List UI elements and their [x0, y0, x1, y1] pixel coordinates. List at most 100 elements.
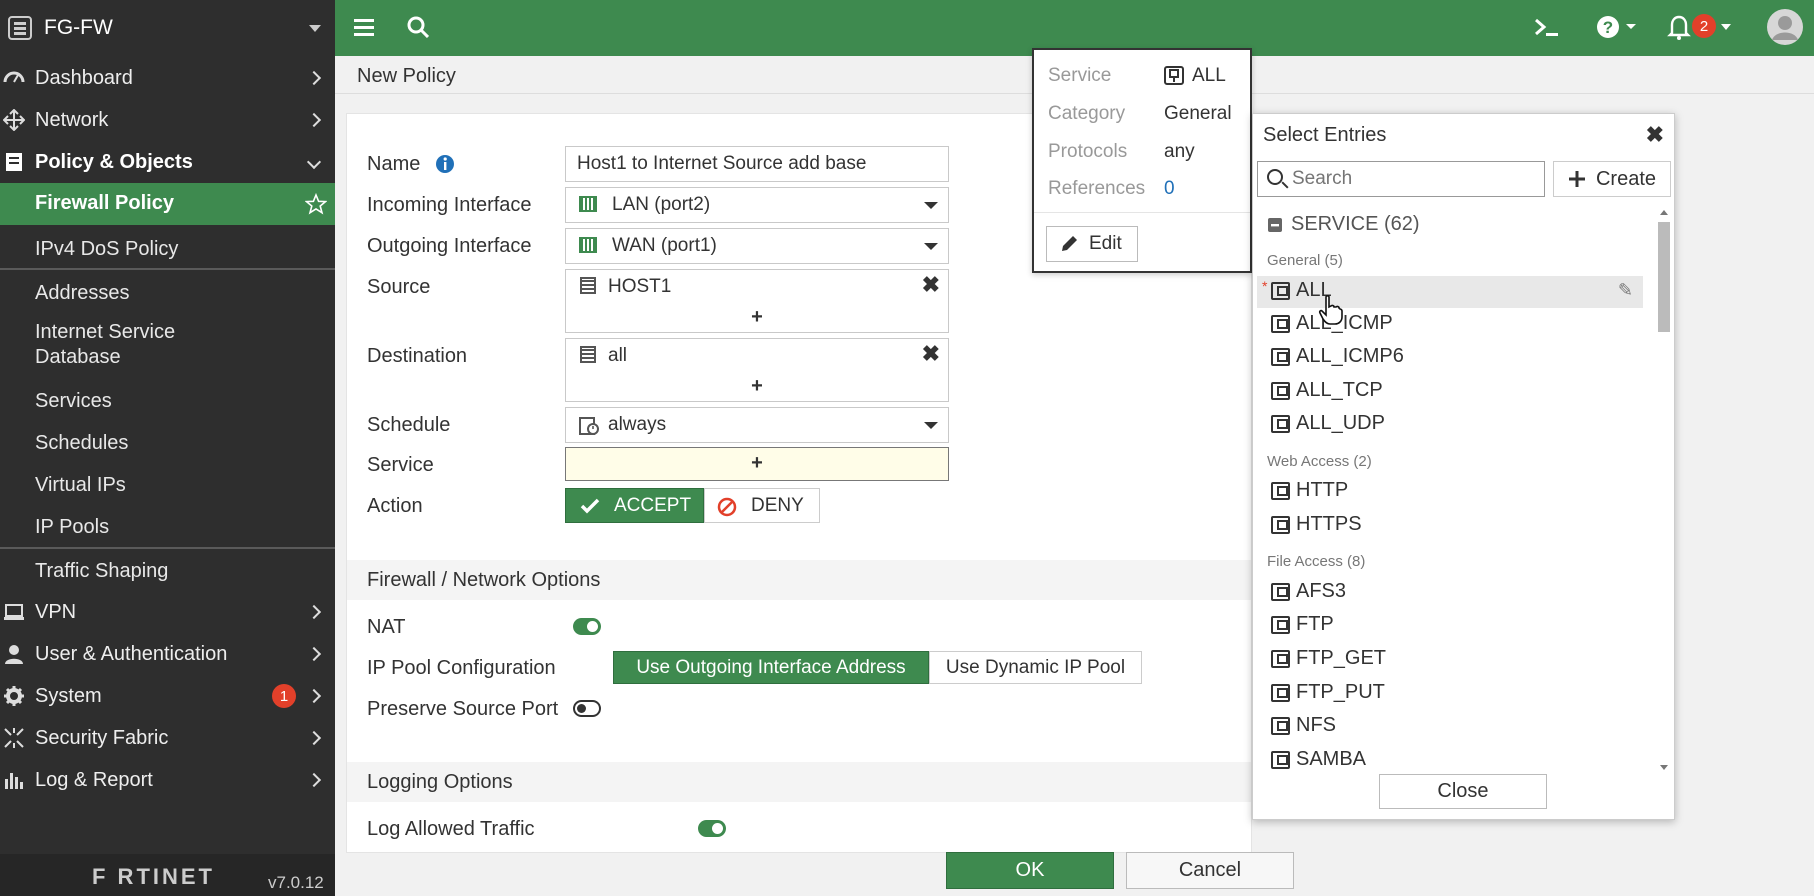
sidebar-item-addresses[interactable]: Addresses — [0, 278, 335, 310]
collapse-icon[interactable] — [1267, 217, 1283, 233]
address-object-icon — [580, 346, 596, 363]
notification-count-badge: 2 — [1692, 14, 1716, 38]
service-icon — [1271, 650, 1290, 668]
incoming-interface-select[interactable]: LAN (port2) — [565, 187, 949, 223]
search-field[interactable] — [1257, 161, 1545, 197]
sidebar-item-ipv4-dos-policy[interactable]: IPv4 DoS Policy — [0, 234, 335, 266]
add-service-button[interactable]: + — [566, 452, 948, 475]
sidebar-item-user-authentication[interactable]: User & Authentication — [0, 636, 335, 672]
list-item-https[interactable]: HTTPS — [1257, 510, 1643, 542]
tooltip-edit-button[interactable]: Edit — [1046, 226, 1138, 262]
list-item-all-udp[interactable]: ALL_UDP — [1257, 409, 1643, 441]
sidebar-item-virtual-ips[interactable]: Virtual IPs — [0, 470, 335, 502]
scroll-up-icon[interactable] — [1659, 208, 1669, 216]
interface-port-icon — [579, 196, 597, 212]
service-icon — [1271, 751, 1290, 769]
preserve-source-port-toggle[interactable] — [573, 700, 601, 717]
sidebar-footer: F RTINET v7.0.12 — [0, 854, 335, 896]
cancel-button[interactable]: Cancel — [1126, 852, 1294, 889]
use-outgoing-interface-button[interactable]: Use Outgoing Interface Address — [613, 651, 929, 684]
system-notification-badge: 1 — [272, 684, 296, 708]
tooltip-service-value: ALL — [1192, 65, 1226, 86]
sidebar-item-internet-service-database[interactable]: Internet Service Database — [0, 318, 335, 372]
sidebar-item-network[interactable]: Network — [0, 102, 335, 138]
sidebar-item-firewall-policy[interactable]: Firewall Policy — [0, 183, 335, 225]
list-item-all-icmp6[interactable]: ALL_ICMP6 — [1257, 342, 1643, 374]
cli-console-icon[interactable] — [1533, 14, 1561, 40]
list-item-all-icmp[interactable]: ALL_ICMP — [1257, 309, 1643, 341]
pencil-icon[interactable]: ✎ — [1618, 280, 1633, 301]
destination-field[interactable]: all ✖ + — [565, 338, 949, 402]
remove-icon[interactable]: ✖ — [922, 272, 940, 298]
sidebar-item-services[interactable]: Services — [0, 386, 335, 418]
list-item-nfs[interactable]: NFS — [1257, 711, 1643, 743]
scroll-down-icon[interactable] — [1659, 764, 1669, 772]
nat-toggle[interactable] — [573, 618, 601, 635]
add-destination-button[interactable]: + — [566, 375, 948, 398]
bell-icon[interactable] — [1665, 14, 1693, 40]
list-item-all[interactable]: * ALL ✎ — [1257, 276, 1643, 308]
chevron-down-icon[interactable] — [1720, 22, 1732, 32]
search-input[interactable] — [1292, 166, 1532, 192]
chevron-right-icon — [306, 772, 322, 788]
add-source-button[interactable]: + — [566, 306, 948, 329]
schedule-select[interactable]: always — [565, 407, 949, 443]
list-item-ftp[interactable]: FTP — [1257, 610, 1643, 642]
list-item-afs3[interactable]: AFS3 — [1257, 577, 1643, 609]
deny-button[interactable]: DENY — [704, 488, 820, 523]
list-item-http[interactable]: HTTP — [1257, 476, 1643, 508]
sidebar-item-traffic-shaping[interactable]: Traffic Shaping — [0, 556, 335, 588]
use-dynamic-ip-pool-button[interactable]: Use Dynamic IP Pool — [929, 651, 1142, 684]
tooltip-service-key: Service — [1048, 65, 1112, 86]
chevron-right-icon — [306, 730, 322, 746]
close-icon[interactable]: ✖ — [1646, 122, 1664, 148]
ok-button[interactable]: OK — [946, 852, 1114, 889]
tooltip-references-link[interactable]: 0 — [1164, 178, 1175, 200]
firmware-version: v7.0.12 — [268, 873, 324, 892]
close-button[interactable]: Close — [1379, 774, 1547, 809]
source-field[interactable]: HOST1 ✖ + — [565, 269, 949, 333]
sidebar-item-vpn[interactable]: VPN — [0, 594, 335, 630]
remove-icon[interactable]: ✖ — [922, 341, 940, 367]
sidebar-item-schedules[interactable]: Schedules — [0, 428, 335, 460]
chevron-right-icon — [306, 112, 322, 128]
list-item-ftp-get[interactable]: FTP_GET — [1257, 644, 1643, 676]
list-item-ftp-put[interactable]: FTP_PUT — [1257, 678, 1643, 710]
sidebar-item-security-fabric[interactable]: Security Fabric — [0, 720, 335, 756]
tooltip-protocols-key: Protocols — [1048, 141, 1128, 162]
service-field[interactable]: + — [565, 447, 949, 481]
scrollbar-thumb[interactable] — [1658, 222, 1670, 332]
sidebar-item-label: Traffic Shaping — [35, 560, 169, 582]
info-icon[interactable] — [435, 154, 455, 174]
user-avatar-icon[interactable] — [1765, 7, 1805, 47]
name-input[interactable]: Host1 to Internet Source add base — [565, 146, 949, 182]
sidebar-item-log-report[interactable]: Log & Report — [0, 762, 335, 798]
sidebar-item-policy-objects[interactable]: Policy & Objects — [0, 144, 335, 180]
chevron-right-icon — [306, 70, 322, 86]
sidebar-item-system[interactable]: System 1 — [0, 678, 335, 714]
service-icon — [1271, 583, 1290, 601]
create-button[interactable]: Create — [1553, 161, 1671, 197]
star-favorite-icon[interactable] — [305, 193, 327, 215]
sidebar-item-label: Policy & Objects — [35, 150, 193, 173]
sidebar-item-dashboard[interactable]: Dashboard — [0, 60, 335, 96]
list-item-all-tcp[interactable]: ALL_TCP — [1257, 376, 1643, 408]
log-allowed-traffic-toggle[interactable] — [698, 820, 726, 837]
list-item-label: AFS3 — [1296, 580, 1347, 602]
device-selector[interactable]: FG-FW — [0, 0, 335, 56]
list-item-samba[interactable]: SAMBA — [1257, 745, 1643, 774]
outgoing-interface-select[interactable]: WAN (port1) — [565, 228, 949, 264]
help-icon[interactable]: ? — [1595, 14, 1637, 40]
list-scrollbar[interactable] — [1655, 208, 1673, 774]
search-icon[interactable] — [405, 14, 431, 40]
accept-button[interactable]: ACCEPT — [565, 488, 704, 523]
source-label: Source — [367, 276, 431, 298]
deny-icon — [717, 497, 737, 517]
menu-icon[interactable] — [351, 14, 377, 40]
sidebar-item-label: Schedules — [35, 432, 129, 454]
sidebar-item-ip-pools[interactable]: IP Pools — [0, 512, 335, 544]
list-item-label: FTP_PUT — [1296, 681, 1385, 703]
chevron-right-icon — [306, 688, 322, 704]
destination-label: Destination — [367, 345, 468, 367]
service-details-tooltip: Service ALL Category General Protocols a… — [1032, 48, 1252, 273]
